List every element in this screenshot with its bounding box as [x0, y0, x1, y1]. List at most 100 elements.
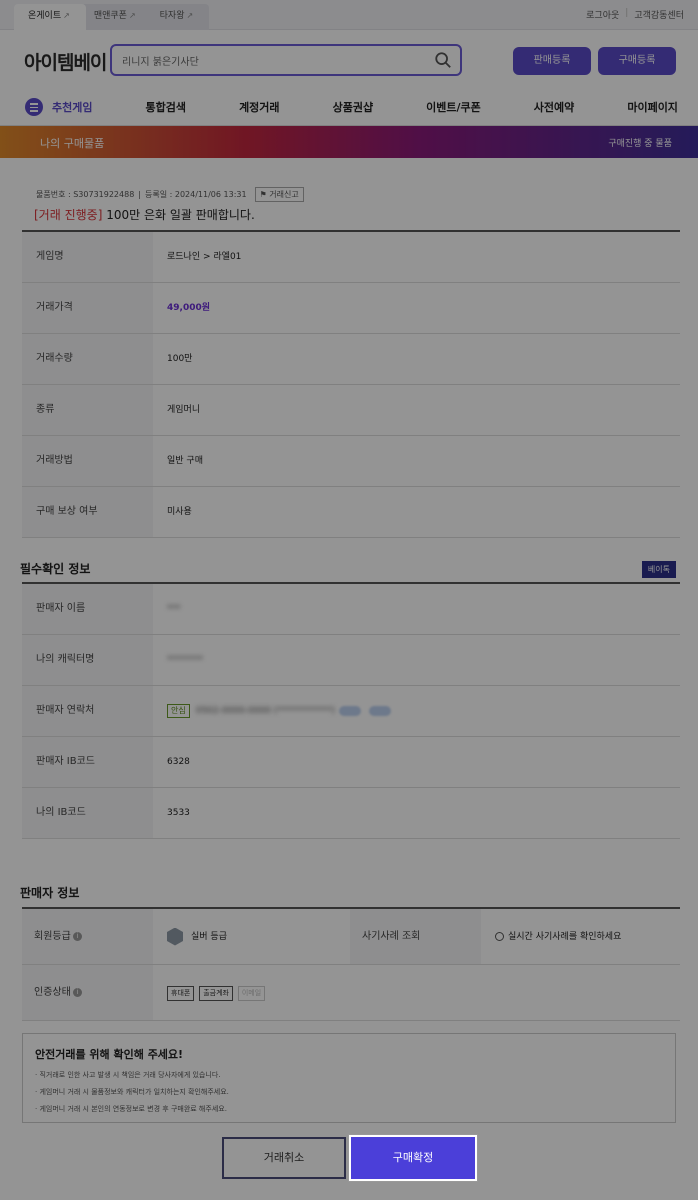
customer-center-link[interactable]: 고객감동센터: [634, 8, 684, 21]
nav-item-search[interactable]: 통합검색: [146, 99, 186, 115]
required-info-table: 판매자 이름 *** 나의 캐릭터명 ******** 판매자 연락처 안심 0502-…: [22, 582, 680, 839]
external-link-icon: ↗: [128, 11, 136, 20]
row-label: 종류: [22, 385, 153, 435]
item-number: 물품번호 : S30731922488: [36, 190, 135, 199]
site-tab-ongate[interactable]: 온게이트 ↗: [14, 4, 86, 30]
status-badge: [거래 진행중]: [34, 208, 103, 222]
row-value: ***: [153, 584, 680, 634]
auth-phone-badge: 휴대폰: [167, 986, 195, 1001]
row-label: 판매자 연락처: [22, 686, 153, 736]
sms-button[interactable]: [368, 705, 391, 716]
call-button[interactable]: [338, 705, 361, 716]
site-tab-coupon[interactable]: 맨앤쿠폰 ↗: [79, 4, 152, 30]
info-icon[interactable]: i: [72, 987, 82, 997]
item-title: [거래 진행중] 100만 은화 일괄 판매합니다.: [34, 206, 255, 223]
row-value: ********: [153, 635, 680, 685]
notice-list: 직거래로 인한 사고 발생 시 책임은 거래 당사자에게 있습니다. 게임머니 …: [35, 1070, 663, 1114]
cancel-trade-button[interactable]: 거래취소: [222, 1137, 346, 1179]
row-value: 일반 구매: [167, 456, 203, 466]
item-title-text: 100만 은화 일괄 판매합니다.: [106, 208, 255, 222]
row-value: 게임머니: [167, 405, 201, 415]
banner-subtitle: 구매진행 중 물품: [608, 139, 672, 149]
logo[interactable]: 아이템베이: [24, 48, 107, 75]
row-label: 판매자 이름: [22, 584, 153, 634]
list-item: 게임머니 거래 시 물품정보와 캐릭터가 일치하는지 확인해주세요.: [35, 1087, 663, 1097]
search-box: [110, 44, 462, 76]
divider: |: [625, 8, 629, 18]
nav-item-account-trade[interactable]: 계정거래: [239, 99, 279, 115]
table-row: 나의 IB코드 3533: [22, 788, 680, 839]
list-item: 직거래로 인한 사고 발생 시 책임은 거래 당사자에게 있습니다.: [35, 1070, 663, 1080]
fraud-check-link[interactable]: 실시간 사기사례를 확인하세요: [481, 909, 621, 964]
row-value: 실버 등급: [153, 909, 350, 964]
table-row: 회원등급 i 실버 등급 사기사례 조회 실시간 사기사례를 확인하세요: [22, 909, 680, 965]
silver-grade-icon: [167, 927, 183, 946]
table-row: 인증상태 i 휴대폰 출금계좌 이메일: [22, 965, 680, 1021]
top-links: 로그아웃 | 고객감동센터: [586, 8, 684, 21]
nav-item-giftcard-shop[interactable]: 상품권샵: [333, 99, 373, 115]
menu-icon[interactable]: [25, 98, 43, 116]
auth-label: 인증상태: [34, 987, 71, 998]
row-value: 6328: [167, 757, 190, 767]
nav-item-preorder[interactable]: 사전예약: [534, 99, 574, 115]
safe-number-tag: 안심: [167, 704, 190, 718]
row-label: 거래방법: [22, 436, 153, 486]
table-row: 거래가격 49,000원: [22, 283, 680, 334]
search-icon[interactable]: [434, 51, 452, 69]
history-icon: [495, 932, 504, 941]
table-row: 판매자 이름 ***: [22, 584, 680, 635]
baytalk-button[interactable]: 베이톡: [641, 561, 676, 578]
row-label: 나의 캐릭터명: [22, 635, 153, 685]
external-link-icon: ↗: [186, 11, 194, 20]
notice-title: 안전거래를 위해 확인해 주세요!: [35, 1048, 184, 1061]
row-value: 로드나인 > 라엘01: [167, 252, 242, 262]
row-value: 안심 0502-0000-0000 (************): [153, 686, 680, 736]
item-details-table: 게임명 로드나인 > 라엘01 거래가격 49,000원 거래수량 100만 종류 게임…: [22, 230, 680, 538]
seller-info-table: 회원등급 i 실버 등급 사기사례 조회 실시간 사기사례를 확인하세요 인증상태…: [22, 907, 680, 1021]
header: 아이템베이 판매등록 구매등록: [0, 30, 698, 88]
item-registered-date: 등록일 : 2024/11/06 13:31: [145, 190, 247, 199]
nav-item-mypage[interactable]: 마이페이지: [627, 99, 678, 115]
nav-item-recommended[interactable]: 추천게임: [52, 99, 92, 115]
row-label: 거래가격: [22, 283, 153, 333]
required-info-title: 필수확인 정보: [20, 562, 91, 576]
sell-register-button[interactable]: 판매등록: [513, 47, 591, 75]
confirm-purchase-button[interactable]: 구매확정: [348, 1134, 478, 1182]
table-row: 판매자 연락처 안심 0502-0000-0000 (************): [22, 686, 680, 737]
row-value: 100만: [167, 354, 193, 364]
site-tab-label: 온게이트: [28, 11, 62, 21]
grade-label: 회원등급: [34, 931, 71, 942]
nav-item-event-coupon[interactable]: 이벤트/쿠폰: [426, 99, 481, 115]
table-row: 게임명 로드나인 > 라엘01: [22, 232, 680, 283]
row-label: 나의 IB코드: [22, 788, 153, 838]
external-link-icon: ↗: [63, 11, 70, 20]
row-value: 미사용: [167, 507, 192, 517]
table-row: 판매자 IB코드 6328: [22, 737, 680, 788]
site-tab-typing[interactable]: 타자왕 ↗: [145, 4, 210, 30]
table-row: 거래방법 일반 구매: [22, 436, 680, 487]
site-tabs: 온게이트 ↗ 맨앤쿠폰 ↗ 타자왕 ↗: [14, 4, 210, 30]
report-label: 거래신고: [269, 190, 299, 199]
logout-link[interactable]: 로그아웃: [586, 8, 619, 21]
report-button[interactable]: ⚑ 거래신고: [254, 187, 304, 202]
info-icon[interactable]: i: [72, 931, 82, 941]
row-value: 휴대폰 출금계좌 이메일: [153, 965, 267, 1020]
row-value: 3533: [167, 808, 190, 818]
list-item: 게임머니 거래 시 본인의 연동정보로 변경 후 구매완료 해주세요.: [35, 1104, 663, 1114]
row-label: 판매자 IB코드: [22, 737, 153, 787]
row-label: 게임명: [22, 232, 153, 282]
main-nav: 추천게임 통합검색 계정거래 상품권샵 이벤트/쿠폰 사전예약 마이페이지: [0, 88, 698, 126]
table-row: 거래수량 100만: [22, 334, 680, 385]
row-label: 인증상태 i: [22, 965, 153, 1020]
table-row: 나의 캐릭터명 ********: [22, 635, 680, 686]
row-label: 사기사례 조회: [350, 909, 481, 964]
grade-value: 실버 등급: [191, 932, 227, 942]
nav-items: 추천게임 통합검색 계정거래 상품권샵 이벤트/쿠폰 사전예약 마이페이지: [52, 88, 678, 126]
page-banner: 나의 구매물품 구매진행 중 물품: [0, 126, 698, 158]
search-input[interactable]: [112, 46, 412, 74]
seller-name-value: ***: [167, 604, 181, 614]
buy-register-button[interactable]: 구매등록: [598, 47, 676, 75]
top-bar: 온게이트 ↗ 맨앤쿠폰 ↗ 타자왕 ↗ 로그아웃 | 고객감동센터: [0, 0, 698, 30]
site-tab-label: 맨앤쿠폰: [93, 11, 127, 21]
row-label: 회원등급 i: [22, 909, 153, 964]
